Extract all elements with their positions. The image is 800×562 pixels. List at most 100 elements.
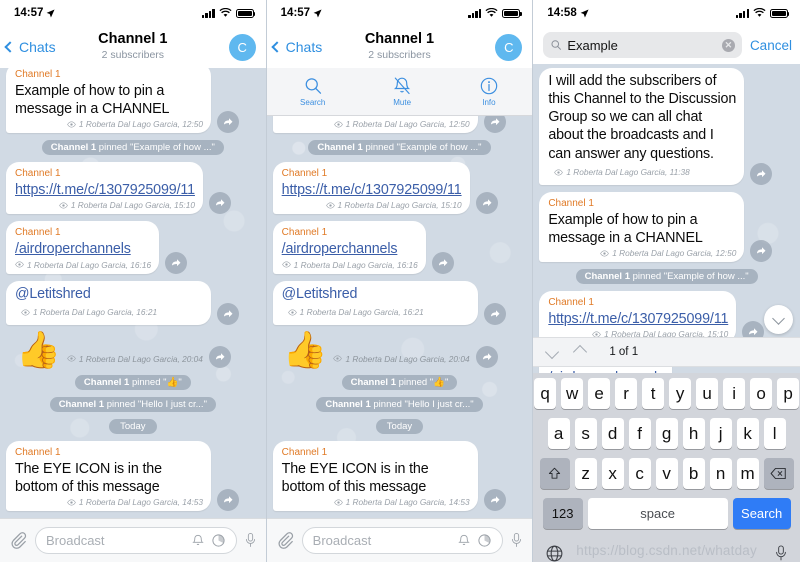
sticker-message-row[interactable]: 👍 1 Roberta Dal Lago Garcia, 20:04	[6, 331, 260, 368]
channel-avatar[interactable]: C	[228, 33, 256, 61]
message-bubble[interactable]: Channel 1Example of how to pin a message…	[6, 68, 211, 134]
pinned-service-message: Channel 1 pinned "Example of how ..."	[41, 140, 224, 156]
forward-button[interactable]	[217, 302, 239, 325]
action-info[interactable]: Info	[479, 76, 499, 107]
back-to-chats-button[interactable]: Chats	[4, 39, 56, 55]
channel-avatar[interactable]: C	[495, 33, 523, 61]
microphone-icon[interactable]	[510, 531, 523, 550]
key-e[interactable]: e	[588, 378, 611, 409]
forward-arrow-icon	[224, 496, 233, 504]
paperclip-icon[interactable]	[9, 531, 28, 550]
key-y[interactable]: y	[669, 378, 692, 409]
forward-button[interactable]	[208, 345, 231, 368]
search-return-key[interactable]: Search	[732, 498, 791, 529]
key-z[interactable]: z	[574, 458, 597, 489]
key-l[interactable]: l	[763, 418, 786, 449]
search-input[interactable]: Example ✕	[543, 32, 742, 58]
clear-circle-icon[interactable]: ✕	[721, 38, 735, 52]
message-bubble[interactable]: I will add the subscribers of this Chann…	[539, 68, 745, 185]
message-text[interactable]: /airdroperchannels	[282, 241, 398, 257]
forward-button[interactable]	[165, 251, 188, 274]
key-g[interactable]: g	[655, 418, 678, 449]
bell-icon[interactable]	[457, 533, 471, 548]
forward-arrow-icon	[482, 352, 492, 360]
forward-button[interactable]	[475, 345, 498, 368]
key-s[interactable]: s	[574, 418, 597, 449]
shift-key[interactable]	[539, 458, 570, 489]
key-m[interactable]: m	[736, 458, 759, 489]
forward-button[interactable]	[483, 116, 506, 134]
chat-area[interactable]: questions.1 Roberta Dal Lago Garcia, 11:…	[266, 116, 533, 518]
key-f[interactable]: f	[628, 418, 651, 449]
forward-button[interactable]	[217, 111, 239, 134]
forward-button[interactable]	[208, 192, 231, 215]
key-j[interactable]: j	[709, 418, 732, 449]
message-text[interactable]: @Letitshred	[15, 286, 91, 302]
forward-arrow-icon	[757, 170, 766, 177]
key-h[interactable]: h	[682, 418, 705, 449]
key-r[interactable]: r	[615, 378, 638, 409]
key-c[interactable]: c	[628, 458, 651, 489]
bell-icon[interactable]	[191, 533, 205, 548]
action-search[interactable]: Search	[300, 76, 325, 107]
key-i[interactable]: i	[723, 378, 746, 409]
message-text[interactable]: @Letitshred	[282, 286, 358, 302]
key-p[interactable]: p	[777, 378, 800, 409]
broadcast-input[interactable]: Broadcast	[301, 527, 504, 554]
key-u[interactable]: u	[696, 378, 719, 409]
message-text[interactable]: https://t.me/c/1307925099/11	[15, 182, 195, 198]
message-bubble[interactable]: Channel 1 The EYE ICON is in the bottom o…	[6, 440, 211, 511]
backspace-key[interactable]	[763, 458, 794, 489]
action-mute[interactable]: Mute	[392, 76, 412, 107]
sticker-message-row[interactable]: 👍 1 Roberta Dal Lago Garcia, 20:04	[273, 331, 527, 368]
key-d[interactable]: d	[601, 418, 624, 449]
message-bubble[interactable]: @Letitshred 1 Roberta Dal Lago Garcia, 16…	[6, 280, 211, 325]
message-bubble[interactable]: Channel 1Example of how to pin a message…	[539, 191, 745, 263]
key-t[interactable]: t	[642, 378, 665, 409]
back-to-chats-button[interactable]: Chats	[270, 39, 322, 55]
scroll-to-bottom-button[interactable]	[763, 305, 793, 334]
message-text[interactable]: https://t.me/c/1307925099/11	[548, 311, 728, 327]
space-key[interactable]: space	[587, 498, 728, 529]
cancel-search-button[interactable]: Cancel	[750, 38, 792, 53]
chevron-down-icon[interactable]	[545, 344, 560, 360]
microphone-icon[interactable]	[244, 531, 257, 550]
message-bubble[interactable]: Channel 1/airdroperchannels 1 Roberta Dal…	[6, 221, 160, 274]
key-x[interactable]: x	[601, 458, 624, 489]
key-q[interactable]: q	[534, 378, 557, 409]
forward-button[interactable]	[750, 240, 773, 263]
paperclip-icon[interactable]	[276, 531, 295, 550]
key-b[interactable]: b	[682, 458, 705, 489]
message-bubble[interactable]: Channel 1Example of how to pin a message…	[272, 116, 478, 134]
message-bubble[interactable]: @Letitshred 1 Roberta Dal Lago Garcia, 16…	[272, 280, 478, 325]
message-text: Example of how to pin a message in a CHA…	[282, 116, 436, 117]
forward-button[interactable]	[475, 192, 498, 215]
timer-icon[interactable]	[211, 533, 226, 548]
forward-button[interactable]	[750, 162, 773, 185]
numbers-key[interactable]: 123	[542, 498, 583, 529]
message-bubble[interactable]: Channel 1 https://t.me/c/1307925099/11 1 R…	[6, 162, 203, 215]
key-a[interactable]: a	[547, 418, 570, 449]
key-k[interactable]: k	[736, 418, 759, 449]
message-bubble[interactable]: Channel 1 https://t.me/c/1307925099/11 1 R…	[272, 162, 470, 215]
key-o[interactable]: o	[750, 378, 773, 409]
message-bubble[interactable]: Channel 1/airdroperchannels 1 Roberta Dal…	[272, 221, 426, 274]
microphone-icon[interactable]	[774, 544, 788, 562]
pinned-service-message: Channel 1 pinned "Hello I just cr..."	[49, 396, 216, 412]
forward-button[interactable]	[217, 489, 239, 511]
broadcast-input[interactable]: Broadcast	[35, 527, 237, 554]
key-n[interactable]: n	[709, 458, 732, 489]
message-bubble[interactable]: Channel 1 https://t.me/c/1307925099/11 1 R…	[539, 291, 737, 344]
message-text[interactable]: https://t.me/c/1307925099/11	[282, 182, 462, 198]
forward-button[interactable]	[483, 489, 506, 511]
forward-button[interactable]	[483, 302, 506, 325]
timer-icon[interactable]	[477, 533, 492, 548]
globe-icon[interactable]	[545, 544, 564, 562]
forward-button[interactable]	[431, 251, 454, 274]
message-text[interactable]: /airdroperchannels	[15, 241, 131, 257]
key-w[interactable]: w	[561, 378, 584, 409]
message-bubble[interactable]: Channel 1 The EYE ICON is in the bottom o…	[272, 440, 478, 511]
key-v[interactable]: v	[655, 458, 678, 489]
chat-area[interactable]: so we can all chat about the broadcasts …	[0, 68, 266, 518]
chevron-up-icon[interactable]	[573, 344, 588, 360]
